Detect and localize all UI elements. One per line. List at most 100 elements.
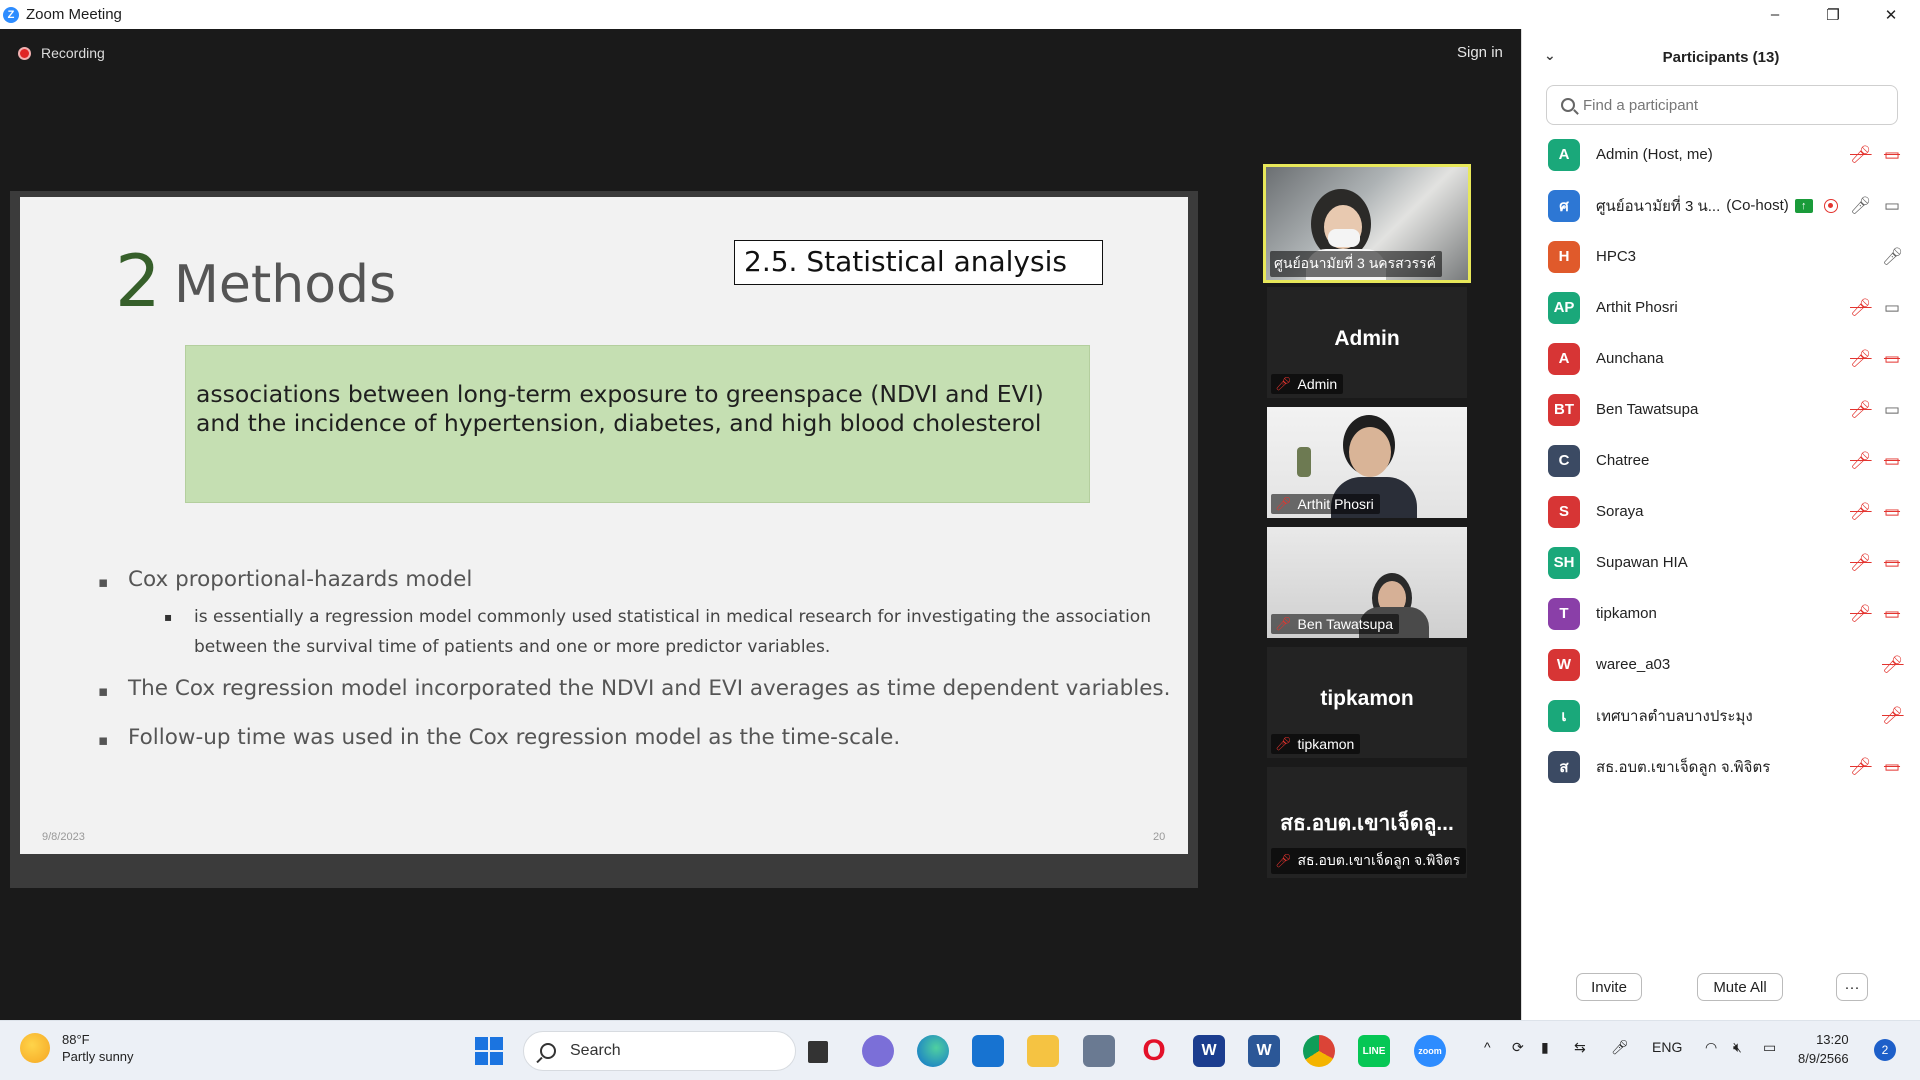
camera-off-icon[interactable]: ▭: [1882, 604, 1902, 624]
taskbar-clock[interactable]: 13:20 8/9/2566: [1798, 1030, 1849, 1068]
taskbar-search-box[interactable]: Search: [523, 1031, 796, 1071]
participant-name: Supawan HIA: [1596, 554, 1688, 571]
participant-row[interactable]: C Chatree 🎤︎ ▭: [1522, 435, 1920, 486]
participant-row[interactable]: AP Arthit Phosri 🎤︎ ▭: [1522, 282, 1920, 333]
tile-name-tag: ศูนย์อนามัยที่ 3 นครสวรรค์: [1270, 251, 1442, 277]
participant-row[interactable]: H HPC3 🎤︎: [1522, 231, 1920, 282]
volume-muted-icon[interactable]: 🔇︎: [1733, 1039, 1742, 1056]
partly-sunny-icon: [20, 1033, 50, 1063]
file-explorer-icon[interactable]: [1027, 1035, 1059, 1067]
muted-mic-icon[interactable]: 🎤︎: [1882, 706, 1904, 726]
collapse-chevron-icon[interactable]: ⌄: [1544, 47, 1556, 64]
network-adjust-icon[interactable]: ⇆: [1574, 1039, 1586, 1056]
photos-app-icon[interactable]: [1083, 1035, 1115, 1067]
recording-icon[interactable]: [1824, 199, 1838, 213]
muted-mic-icon: 🎤︎: [1275, 376, 1292, 391]
camera-icon[interactable]: ▭: [1882, 298, 1902, 318]
sync-icon[interactable]: ⟳: [1512, 1039, 1524, 1056]
record-dot-icon: [18, 46, 31, 60]
muted-mic-icon[interactable]: 🎤︎: [1850, 502, 1872, 522]
muted-mic-icon[interactable]: 🎤︎: [1850, 400, 1872, 420]
camera-off-icon[interactable]: ▭: [1882, 502, 1902, 522]
camera-off-icon[interactable]: ▭: [1882, 553, 1902, 573]
input-language[interactable]: ENG: [1652, 1039, 1682, 1055]
participant-row[interactable]: BT Ben Tawatsupa 🎤︎ ▭: [1522, 384, 1920, 435]
camera-off-icon[interactable]: ▭: [1882, 757, 1902, 777]
participant-row[interactable]: Ttipkamon 🎤︎ ▭: [1522, 588, 1920, 639]
battery-icon[interactable]: ▭: [1763, 1039, 1776, 1056]
wifi-icon[interactable]: ◠: [1705, 1039, 1717, 1056]
tile-name-tag: 🎤︎ สธ.อบต.เขาเจ็ดลูก จ.พิจิตร: [1271, 848, 1467, 874]
line-app-icon[interactable]: LINE: [1358, 1035, 1390, 1067]
zoom-app-icon[interactable]: zoom: [1414, 1035, 1446, 1067]
webex-icon[interactable]: W: [1193, 1035, 1225, 1067]
participant-search-input[interactable]: Find a participant: [1546, 85, 1898, 125]
camera-icon[interactable]: ▭: [1882, 400, 1902, 420]
task-view-icon[interactable]: [808, 1041, 828, 1063]
participant-row[interactable]: S Soraya 🎤︎ ▭: [1522, 486, 1920, 537]
search-placeholder: Find a participant: [1583, 96, 1699, 114]
muted-mic-icon[interactable]: 🎤︎: [1850, 349, 1872, 369]
highlight-box: associations between long-term exposure …: [185, 345, 1090, 503]
participant-avatar: ส: [1548, 750, 1580, 783]
microsoft-store-icon[interactable]: [972, 1035, 1004, 1067]
participant-row[interactable]: ศ ศูนย์อนามัยที่ 3 น... (Co-host) ↑ 🎤︎ ▭: [1522, 180, 1920, 231]
participant-row[interactable]: A Admin (Host, me) 🎤︎ ▭: [1522, 129, 1920, 180]
tile-display-name: Admin: [1334, 327, 1400, 350]
share-screen-icon: ↑: [1794, 198, 1813, 213]
participant-avatar: เ: [1548, 699, 1580, 732]
more-options-button[interactable]: ···: [1836, 973, 1868, 1001]
video-tile-sor-aobt[interactable]: สธ.อบต.เขาเจ็ดลู... 🎤︎ สธ.อบต.เขาเจ็ดลูก …: [1267, 767, 1467, 878]
video-tile-tipkamon[interactable]: tipkamon 🎤︎ tipkamon: [1267, 647, 1467, 758]
participant-row[interactable]: SH Supawan HIA 🎤︎ ▭: [1522, 537, 1920, 588]
muted-mic-icon: 🎤︎: [1275, 736, 1292, 751]
video-tile-active-speaker[interactable]: ศูนย์อนามัยที่ 3 นครสวรรค์: [1263, 164, 1471, 283]
recording-indicator[interactable]: Recording: [18, 45, 105, 61]
minimize-button[interactable]: –: [1746, 0, 1804, 29]
muted-mic-icon[interactable]: 🎤︎: [1850, 553, 1872, 573]
video-tile-arthit[interactable]: 🎤︎ Arthit Phosri: [1267, 407, 1467, 518]
edge-browser-icon[interactable]: [917, 1035, 949, 1067]
microphone-tray-icon[interactable]: 🎤︎: [1611, 1039, 1629, 1056]
participant-row[interactable]: Wwaree_a03 🎤︎: [1522, 639, 1920, 690]
mute-all-button[interactable]: Mute All: [1697, 973, 1783, 1001]
video-tile-admin[interactable]: Admin 🎤︎ Admin: [1267, 287, 1467, 398]
muted-mic-icon[interactable]: 🎤︎: [1850, 145, 1872, 165]
participants-header: ⌄ Participants (13): [1522, 29, 1920, 85]
chat-icon[interactable]: [862, 1035, 894, 1067]
chrome-browser-icon[interactable]: [1303, 1035, 1335, 1067]
mic-icon[interactable]: 🎤︎: [1882, 247, 1904, 267]
clock-date: 8/9/2566: [1798, 1051, 1849, 1066]
muted-mic-icon[interactable]: 🎤︎: [1850, 757, 1872, 777]
muted-mic-icon[interactable]: 🎤︎: [1850, 298, 1872, 318]
participant-row[interactable]: เ เทศบาลตำบลบางประมุง 🎤︎: [1522, 690, 1920, 741]
restore-button[interactable]: ❐: [1804, 0, 1862, 29]
sign-in-button[interactable]: Sign in: [1447, 39, 1513, 66]
muted-mic-icon[interactable]: 🎤︎: [1850, 604, 1872, 624]
muted-mic-icon[interactable]: 🎤︎: [1850, 451, 1872, 471]
mic-icon[interactable]: 🎤︎: [1850, 196, 1872, 216]
muted-mic-icon[interactable]: 🎤︎: [1882, 655, 1904, 675]
weather-widget[interactable]: 88°F Partly sunny: [20, 1031, 134, 1065]
camera-off-icon[interactable]: ▭: [1882, 451, 1902, 471]
participant-row[interactable]: ส สธ.อบต.เขาเจ็ดลูก จ.พิจิตร 🎤︎ ▭: [1522, 741, 1920, 792]
participant-row[interactable]: A Aunchana 🎤︎ ▭: [1522, 333, 1920, 384]
windows-start-icon[interactable]: [473, 1035, 505, 1067]
invite-button[interactable]: Invite: [1576, 973, 1642, 1001]
participant-avatar: H: [1548, 240, 1580, 273]
show-hidden-icons-chevron[interactable]: ^: [1484, 1039, 1491, 1055]
tile-name-tag: 🎤︎ tipkamon: [1271, 734, 1361, 754]
section-title: Methods: [174, 255, 397, 315]
notification-badge[interactable]: 2: [1874, 1039, 1896, 1061]
meter-icon[interactable]: ▮: [1541, 1039, 1549, 1056]
video-tile-ben[interactable]: 🎤︎ Ben Tawatsupa: [1267, 527, 1467, 638]
tile-name: Ben Tawatsupa: [1297, 616, 1393, 632]
opera-browser-icon[interactable]: O: [1138, 1034, 1170, 1067]
participant-avatar: S: [1548, 495, 1580, 528]
camera-off-icon[interactable]: ▭: [1882, 145, 1902, 165]
word-icon[interactable]: W: [1248, 1035, 1280, 1067]
section-number: 2: [115, 239, 161, 323]
camera-off-icon[interactable]: ▭: [1882, 349, 1902, 369]
close-button[interactable]: ✕: [1862, 0, 1920, 29]
camera-icon[interactable]: ▭: [1882, 196, 1902, 216]
